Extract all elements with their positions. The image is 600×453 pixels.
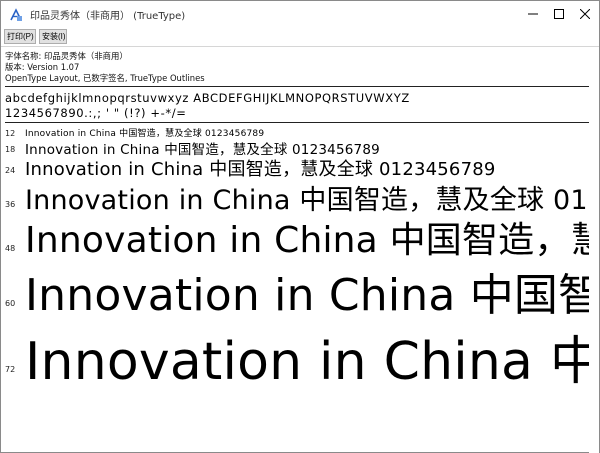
close-button[interactable] <box>563 1 600 27</box>
divider <box>5 86 595 87</box>
charset-letters: abcdefghijklmnopqrstuvwxyz ABCDEFGHIJKLM… <box>5 91 410 105</box>
size-label: 72 <box>5 365 16 374</box>
divider <box>5 122 595 123</box>
sample-text: Innovation in China 中国智 <box>25 332 599 392</box>
sample-text: Innovation in China 中国智造，慧及全球 <box>25 220 599 261</box>
sample-text: Innovation in China 中国智造 <box>25 270 599 321</box>
size-label: 24 <box>5 166 16 175</box>
content-right-margin <box>589 47 599 453</box>
title-bar[interactable]: 印品灵秀体（非商用） (TrueType) <box>1 1 599 27</box>
size-label: 60 <box>5 299 16 308</box>
size-label: 36 <box>5 200 16 209</box>
install-button[interactable]: 安装(I) <box>39 29 67 44</box>
close-icon <box>580 9 590 19</box>
font-preview-area[interactable]: 字体名称: 印品灵秀体（非商用） 版本: Version 1.07 OpenTy… <box>1 47 599 453</box>
size-label: 12 <box>5 129 16 138</box>
window-title: 印品灵秀体（非商用） (TrueType) <box>30 11 186 22</box>
font-viewer-window: 印品灵秀体（非商用） (TrueType) 打印(P) 安装(I) 字体名称: … <box>0 0 600 453</box>
charset-digits-symbols: 1234567890.:,; ' " (!?) +-*/= <box>5 106 187 120</box>
toolbar: 打印(P) 安装(I) <box>1 27 599 47</box>
print-button[interactable]: 打印(P) <box>4 29 36 44</box>
size-label: 48 <box>5 244 16 253</box>
size-label: 18 <box>5 145 16 154</box>
font-viewer-icon <box>9 7 23 21</box>
font-features-line: OpenType Layout, 已数字签名, TrueType Outline… <box>5 73 205 83</box>
